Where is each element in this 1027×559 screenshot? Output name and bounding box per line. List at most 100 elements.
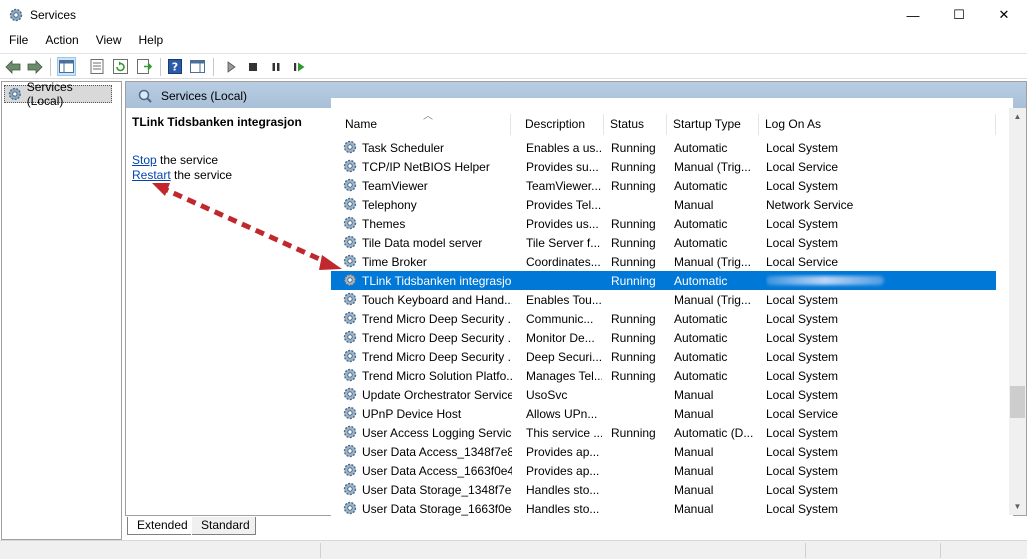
cell-name: Trend Micro Deep Security ... — [362, 331, 512, 345]
table-row[interactable]: TeamViewer TeamViewer... Running Automatic L… — [331, 176, 996, 195]
services-pane: Services (Local) TLink Tidsbanken integr… — [125, 81, 1027, 516]
table-row[interactable]: Update Orchestrator Service... UsoSvc Manu… — [331, 385, 996, 404]
service-gear-icon — [343, 501, 357, 515]
maximize-button[interactable]: ☐ — [936, 0, 982, 30]
pause-service-button[interactable] — [266, 57, 285, 76]
table-row[interactable]: User Data Storage_1663f0e4 Handles sto...… — [331, 499, 996, 516]
table-row[interactable]: User Data Access_1348f7e8 Provides ap... M… — [331, 442, 996, 461]
start-service-button[interactable] — [221, 57, 240, 76]
table-row[interactable]: User Access Logging Service This service … — [331, 423, 996, 442]
table-row[interactable]: Trend Micro Deep Security ... Monitor De.… — [331, 328, 996, 347]
table-row[interactable]: Tile Data model server Tile Server f... Ru… — [331, 233, 996, 252]
help-button[interactable]: ? — [165, 57, 184, 76]
table-row[interactable]: Telephony Provides Tel... Manual Network Se… — [331, 195, 996, 214]
service-gear-icon — [343, 482, 357, 496]
menu-view[interactable]: View — [87, 31, 130, 51]
scroll-down-icon[interactable]: ▼ — [1009, 498, 1026, 515]
table-row[interactable]: User Data Access_1663f0e4 Provides ap... M… — [331, 461, 996, 480]
resume-service-button[interactable] — [289, 57, 308, 76]
refresh-button[interactable] — [111, 57, 130, 76]
maximize-icon: ☐ — [953, 7, 965, 22]
cell-description: Communic... — [526, 312, 594, 326]
column-header-log-on-as[interactable]: Log On As — [759, 114, 996, 135]
export-list-button[interactable] — [135, 57, 154, 76]
scrollbar-thumb[interactable] — [1010, 386, 1025, 418]
status-segment — [940, 543, 1027, 558]
column-header-startup-type[interactable]: Startup Type — [667, 114, 759, 135]
back-button[interactable] — [3, 57, 22, 76]
service-gear-icon — [343, 406, 357, 420]
cell-logon: Local System — [766, 312, 839, 326]
properties-icon — [90, 59, 103, 74]
restart-service-link[interactable]: Restart — [132, 168, 171, 182]
cell-description: Deep Securi... — [526, 350, 602, 364]
export-list-icon — [137, 59, 152, 74]
cell-startup: Manual (Trig... — [674, 293, 751, 307]
properties-button[interactable] — [87, 57, 106, 76]
table-row[interactable]: Trend Micro Deep Security ... Communic...… — [331, 309, 996, 328]
column-header-description[interactable]: Description — [519, 114, 604, 135]
selected-service-title: TLink Tidsbanken integrasjon — [132, 115, 302, 129]
vertical-scrollbar[interactable]: ▲ ▼ — [1009, 108, 1026, 515]
service-gear-icon — [343, 235, 357, 249]
cell-startup: Automatic (D... — [674, 426, 754, 440]
cell-logon: Local System — [766, 445, 839, 459]
menu-action[interactable]: Action — [36, 31, 86, 51]
cell-name: Touch Keyboard and Hand... — [362, 293, 512, 307]
toolbar-separator — [50, 58, 51, 76]
service-gear-icon — [343, 140, 357, 154]
cell-description: Handles sto... — [526, 483, 600, 497]
cell-description: Provides ap... — [526, 464, 600, 478]
stop-service-button[interactable] — [243, 57, 262, 76]
column-header-name[interactable]: Name — [339, 114, 511, 135]
pause-service-icon — [272, 62, 279, 71]
window-title: Services — [30, 8, 77, 22]
cell-description: Handles sto... — [526, 502, 600, 516]
cell-logon: Local System — [766, 236, 839, 250]
tab-extended[interactable]: Extended — [127, 517, 191, 535]
cell-startup: Automatic — [674, 274, 728, 288]
table-row[interactable]: Task Scheduler Enables a us... Running Auto… — [331, 138, 996, 157]
tree-item-label: Services (Local) — [26, 80, 73, 108]
cell-startup: Automatic — [674, 312, 728, 326]
title-bar: Services — ☐ ✕ — [0, 0, 1027, 30]
tab-standard[interactable]: Standard — [192, 517, 256, 535]
magnifier-gear-icon — [138, 89, 152, 103]
show-hide-action-pane-icon — [190, 60, 205, 73]
menu-help[interactable]: Help — [130, 31, 172, 51]
show-hide-action-pane-button[interactable] — [188, 57, 207, 76]
cell-logon: Local System — [766, 293, 839, 307]
table-row[interactable]: UPnP Device Host Allows UPn... Manual Local… — [331, 404, 996, 423]
cell-description: Enables a us... — [526, 141, 602, 155]
table-row[interactable]: Touch Keyboard and Hand... Enables Tou...… — [331, 290, 996, 309]
table-row[interactable]: TCP/IP NetBIOS Helper Provides su... Runni… — [331, 157, 996, 176]
table-row[interactable]: Trend Micro Solution Platfo... Manages Te… — [331, 366, 996, 385]
cell-logon: Local System — [766, 217, 839, 231]
table-row-selected[interactable]: TLink Tidsbanken integrasjon Running Autom… — [331, 271, 996, 290]
show-console-tree-button[interactable] — [57, 57, 76, 76]
tree-item-services-local[interactable]: Services (Local) — [4, 80, 112, 108]
cell-logon: Local Service — [766, 407, 839, 421]
cell-startup: Manual — [674, 407, 714, 421]
table-row[interactable]: Themes Provides us... Running Automatic Loca… — [331, 214, 996, 233]
menu-file[interactable]: File — [0, 31, 36, 51]
cell-description: Provides Tel... — [526, 198, 602, 212]
cell-name: UPnP Device Host — [362, 407, 462, 421]
cell-startup: Automatic — [674, 141, 728, 155]
stop-service-link[interactable]: Stop — [132, 153, 157, 167]
table-row[interactable]: Trend Micro Deep Security ... Deep Securi… — [331, 347, 996, 366]
toolbar: ? — [0, 53, 1027, 79]
services-gear-icon — [9, 8, 23, 22]
minimize-icon: — — [906, 7, 920, 23]
scroll-up-icon[interactable]: ▲ — [1009, 108, 1026, 125]
cell-startup: Manual (Trig... — [674, 160, 751, 174]
column-header-status[interactable]: Status — [604, 114, 667, 135]
show-console-tree-icon — [59, 60, 74, 73]
close-button[interactable]: ✕ — [981, 0, 1027, 30]
table-row[interactable]: Time Broker Coordinates... Running Manual (… — [331, 252, 996, 271]
cell-logon: Local System — [766, 388, 839, 402]
minimize-button[interactable]: — — [890, 0, 936, 30]
cell-name: Time Broker — [362, 255, 427, 269]
forward-button[interactable] — [25, 57, 44, 76]
table-row[interactable]: User Data Storage_1348f7e8 Handles sto...… — [331, 480, 996, 499]
